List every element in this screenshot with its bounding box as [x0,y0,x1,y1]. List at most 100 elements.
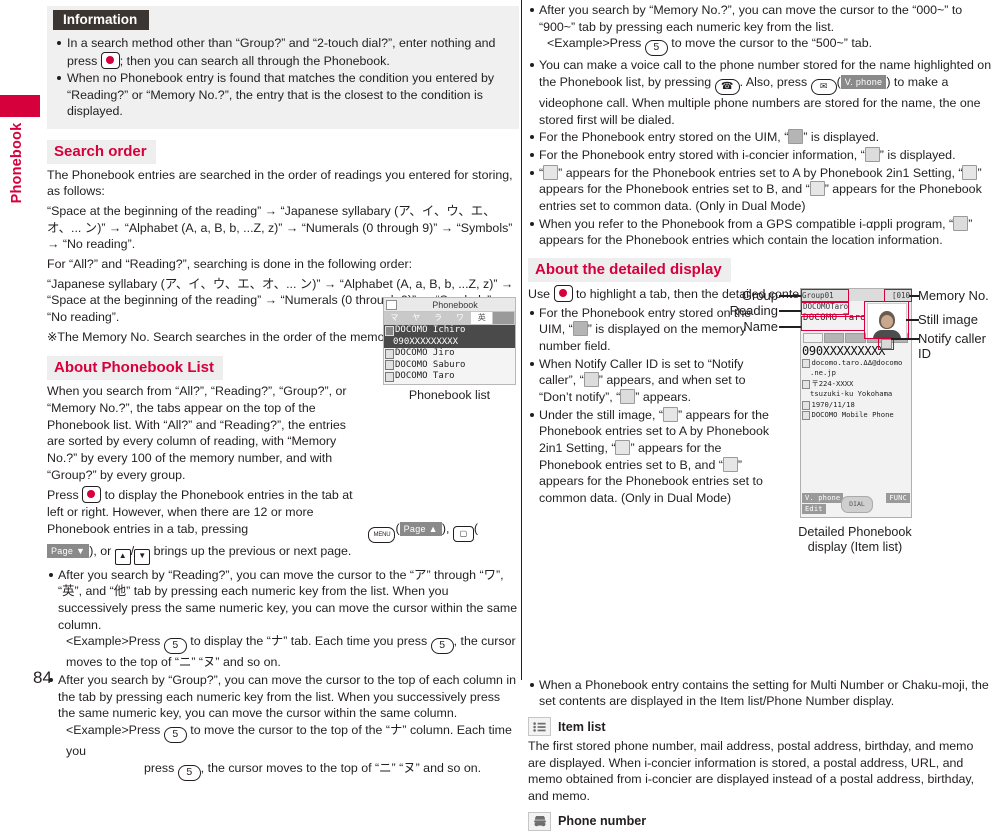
phonebook-tab-wa[interactable]: ワ [449,312,472,324]
callout-notify-caller-id: Notify caller ID [918,331,986,361]
phonebook-tab-ya[interactable]: ヤ [405,312,428,324]
detail-tab-phone[interactable] [824,333,845,343]
entry-type-icon [385,360,394,371]
phonebook-entry-jiro[interactable]: DOCOMO Jiro [384,348,515,360]
leader-name [779,326,801,328]
detailed-display-bullets: For the Phonebook entry stored on the UI… [528,305,780,507]
highlight-reading-field [801,302,849,315]
item-list-heading: Item list [558,719,606,734]
phonebook-list-figure: Phonebook マ ヤ ラ ワ 英 DOCOMO Ichiro 090XXX… [383,297,516,402]
phonebook-list-bullet-group: After you search by “Group?”, you can mo… [47,672,519,781]
softkey-vphone[interactable]: V. phone [802,493,844,503]
softkey-edit[interactable]: Edit [802,504,826,514]
bullet-gps-entry: When you refer to the Phonebook from a G… [528,215,994,249]
highlight-still-image [864,301,909,339]
leader-reading [779,310,801,312]
memo-field-icon [802,411,810,420]
phonebook-tab-other[interactable] [493,312,515,324]
callout-memory-no: Memory No. [918,288,989,303]
detail-tab-item-list[interactable] [803,333,824,343]
bullet-multi-number: When a Phonebook entry contains the sett… [528,677,994,710]
screen-title-bar: Phonebook [384,298,515,312]
phonebook-list-caption: Phonebook list [408,387,491,402]
up-arrow-key-icon: ▲ [114,548,131,565]
bullet-iconcier-entry: For the Phonebook entry stored with i-co… [528,147,994,164]
birthday-field-icon [802,401,810,410]
notify-caller-on-icon [583,372,599,388]
phonebook-entry-taro[interactable]: DOCOMO Taro [384,371,515,384]
phonebook-tab-ma[interactable]: マ [384,312,406,324]
nav-select-key-icon [82,486,102,504]
phonebook-entry-selected-number: 090XXXXXXXXX [384,336,515,348]
softkey-dial[interactable]: DIAL [841,496,873,513]
highlight-group-field [801,289,849,302]
detailed-display-caption-line2: display (Item list) [807,540,903,555]
detailed-display-caption-line1: Detailed Phonebook [798,525,912,539]
detail-softkey-bar: V. phone Edit FUNC DIAL [801,493,911,517]
menu-key-icon: MENU [368,526,396,543]
notify-caller-off-icon [620,389,636,405]
item-list-subheading: Item list [528,717,994,737]
mail-key-icon: ✉ [810,79,837,96]
bullet-2in1-icons: “” appears for the Phonebook entries set… [528,164,994,215]
phonebook-list-bullet-reading: After you search by “Reading?”, you can … [47,567,519,671]
numeric-key-5-icon: 5 [177,764,201,781]
detail-postal-address-line2: tsuzuki-ku Yokohama [810,389,893,398]
phonebook-entry-selected[interactable]: DOCOMO Ichiro [384,325,515,337]
vphone-softkey-label: V. phone [840,75,887,90]
phonebook-tab-ra[interactable]: ラ [427,312,450,324]
bullet-memory-no-search: After you search by “Memory No.?”, you c… [528,2,994,57]
multi-number-bullet-wrap: When a Phonebook entry contains the sett… [528,677,994,710]
search-order-intro: The Phonebook entries are searched in th… [47,167,513,199]
entry-type-icon [385,325,394,336]
example-group: <Example>Press 5 to move the cursor to t… [58,722,519,781]
softkey-func[interactable]: FUNC [886,493,910,503]
mail-field-icon [802,359,810,368]
bullet-voice-call: You can make a voice call to the phone n… [528,57,994,128]
section-heading-phonebook-list: About Phonebook List [47,356,223,381]
item-list-body: The first stored phone number, mail addr… [528,739,975,804]
phone-number-heading: Phone number [558,814,647,829]
bullet-notify-caller-id: When Notify Caller ID is set to “Notify … [528,356,780,406]
right-column: After you search by “Memory No.?”, you c… [528,0,994,831]
right-top-bullets: After you search by “Memory No.?”, you c… [528,2,994,249]
example-memory-no: <Example>Press 5 to move the cursor to t… [539,35,994,57]
phonebook-2in1-common-icon [722,456,738,472]
phonebook-list-screen: Phonebook マ ヤ ラ ワ 英 DOCOMO Ichiro 090XXX… [383,297,516,385]
down-arrow-key-icon: ▼ [134,548,151,565]
manual-page: Phonebook 84 Information In a search met… [0,0,1001,831]
section-heading-detailed-display: About the detailed display [528,258,731,283]
phonebook-list-bullets: After you search by “Reading?”, you can … [47,567,519,781]
phonebook-2in1-a-icon [543,164,559,180]
highlight-name-field [801,316,865,331]
information-box: Information In a search method other tha… [47,6,519,129]
nav-select-key-icon [100,51,120,69]
phone-handset-icon [528,811,551,831]
numeric-key-5-icon: 5 [163,726,187,743]
phonebook-2in1-b-icon [962,164,978,180]
entry-type-icon [385,371,394,382]
detail-phone-number: 090XXXXXXXXX [802,344,886,358]
phonebook-2in1-b-icon [615,440,631,456]
send-call-key-icon: ☎ [714,79,740,96]
phone-number-subheading: Phone number [528,811,994,831]
callout-group: Group [741,288,778,303]
detailed-display-caption: Detailed Phonebook display (Item list) [745,525,965,555]
detail-tab-mail[interactable] [845,333,866,343]
bullet-still-image-2in1: Under the still image, “” appears for th… [528,406,780,507]
page-down-softkey-label: Page ▼ [47,543,90,558]
information-item-1: In a search method other than “Group?” a… [55,35,511,69]
phonebook-tab-eng[interactable]: 英 [471,312,494,324]
callout-name: Name [743,319,778,334]
phonebook-entry-saburo[interactable]: DOCOMO Saburo [384,360,515,372]
gps-location-icon [953,215,969,231]
leader-memory-no [909,295,919,297]
callout-reading: Reading [729,303,778,318]
screen-status-icon [386,299,397,310]
detail-memo: DOCOMO Mobile Phone [801,410,911,420]
phonebook-tab-row: マ ヤ ラ ワ 英 [384,312,515,325]
example-group-line2: press 5, the cursor moves to the top of … [66,760,519,781]
detail-postal-address: 〒224-XXXX [801,379,911,389]
column-divider [521,0,522,680]
phonebook-2in1-a-icon [662,406,678,422]
